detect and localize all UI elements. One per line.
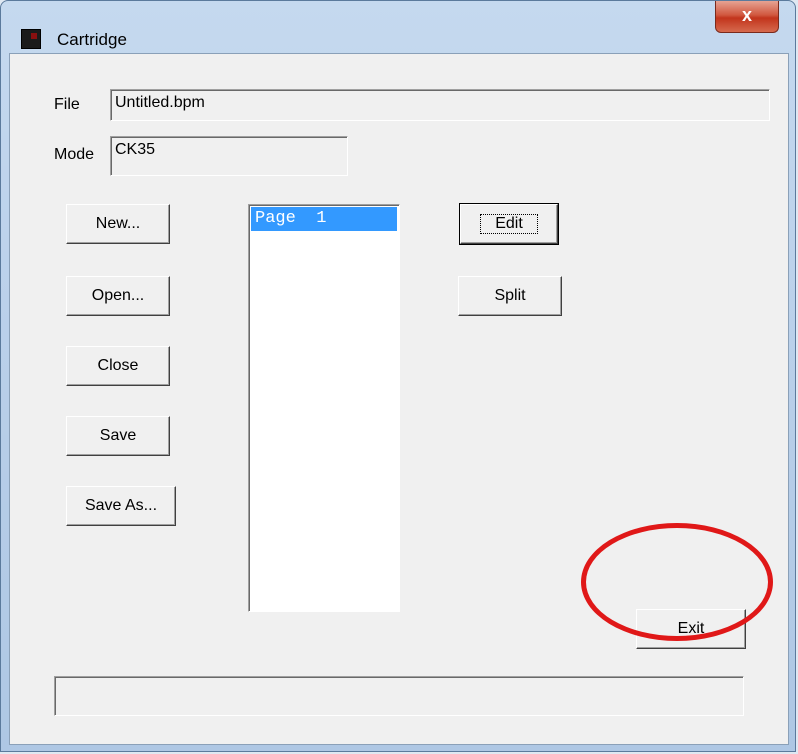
new-button[interactable]: New... xyxy=(66,204,170,244)
edit-button-label: Edit xyxy=(480,214,538,234)
exit-button[interactable]: Exit xyxy=(636,609,746,649)
cartridge-app-icon[interactable] xyxy=(21,29,41,49)
mode-label: Mode xyxy=(54,146,95,163)
split-button[interactable]: Split xyxy=(458,276,562,316)
pages-listbox[interactable]: Page 1 xyxy=(248,204,400,612)
title-bar[interactable]: Cartridge x xyxy=(1,1,795,53)
window-title: Cartridge xyxy=(57,30,127,49)
open-button[interactable]: Open... xyxy=(66,276,170,316)
list-item[interactable]: Page 1 xyxy=(251,207,397,231)
close-window-button[interactable]: x xyxy=(715,1,779,33)
file-label: File xyxy=(54,96,80,113)
save-as-button[interactable]: Save As... xyxy=(66,486,176,526)
mode-field[interactable]: CK35 xyxy=(110,136,348,176)
close-icon: x xyxy=(741,5,752,25)
cartridge-window: Cartridge x File Untitled.bpm Mode CK35 … xyxy=(0,0,796,752)
close-button[interactable]: Close xyxy=(66,346,170,386)
edit-button[interactable]: Edit xyxy=(459,203,559,245)
status-bar xyxy=(54,676,744,716)
save-button[interactable]: Save xyxy=(66,416,170,456)
file-field[interactable]: Untitled.bpm xyxy=(110,89,770,121)
dialog-client-area: File Untitled.bpm Mode CK35 New... Open.… xyxy=(9,53,789,745)
